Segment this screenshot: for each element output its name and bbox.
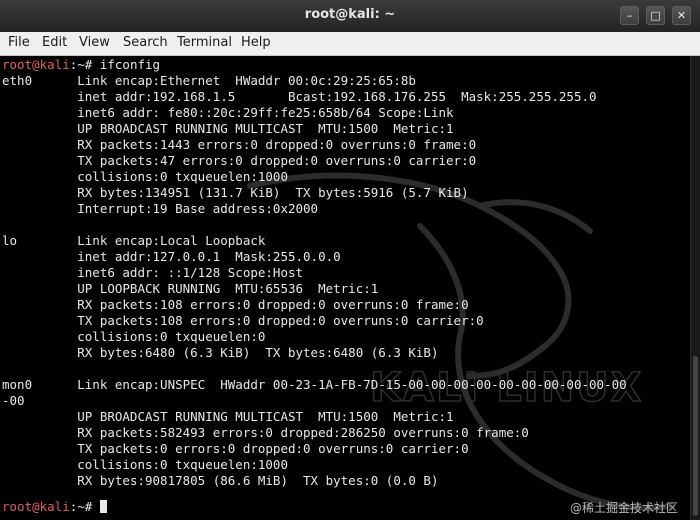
output-line: UP BROADCAST RUNNING MULTICAST MTU:1500 … (2, 409, 454, 424)
output-line: Interrupt:19 Base address:0x2000 (2, 201, 319, 216)
output-line: RX bytes:90817805 (86.6 MiB) TX bytes:0 … (2, 473, 439, 488)
output-line: RX bytes:6480 (6.3 KiB) TX bytes:6480 (6… (2, 345, 439, 360)
menu-search[interactable]: Search (123, 35, 168, 50)
output-line: mon0 Link encap:UNSPEC HWaddr 00-23-1A-F… (2, 377, 627, 392)
output-line: inet6 addr: ::1/128 Scope:Host (2, 265, 304, 280)
output-line: TX packets:108 errors:0 dropped:0 overru… (2, 313, 484, 328)
output-line: UP LOOPBACK RUNNING MTU:65536 Metric:1 (2, 281, 379, 296)
output-line: RX packets:1443 errors:0 dropped:0 overr… (2, 137, 477, 152)
output-line: eth0 Link encap:Ethernet HWaddr 00:0c:29… (2, 73, 416, 88)
output-line: TX packets:47 errors:0 dropped:0 overrun… (2, 153, 477, 168)
output-line: inet addr:192.168.1.5 Bcast:192.168.176.… (2, 89, 597, 104)
output-line: collisions:0 txqueuelen:0 (2, 329, 266, 344)
prompt-path: :~# (69, 499, 93, 514)
output-line: UP BROADCAST RUNNING MULTICAST MTU:1500 … (2, 121, 454, 136)
output-line: RX bytes:134951 (131.7 KiB) TX bytes:591… (2, 185, 469, 200)
output-line: lo Link encap:Local Loopback (2, 233, 266, 248)
prompt-host: root@kali (2, 499, 70, 514)
output-line: TX packets:0 errors:0 dropped:0 overruns… (2, 441, 469, 456)
command-text: ifconfig (92, 57, 161, 72)
maximize-button[interactable]: □ (646, 6, 665, 25)
output-line: -00 (2, 393, 25, 408)
prompt-line-1: root@kali:~# ifconfig (2, 57, 160, 73)
menu-file[interactable]: File (8, 35, 30, 50)
output-line: RX packets:582493 errors:0 dropped:28625… (2, 425, 529, 440)
window-title: root@kali: ~ (304, 7, 396, 22)
vertical-scrollbar[interactable] (690, 56, 700, 520)
prompt-line-2[interactable]: root@kali:~# (2, 499, 107, 515)
output-line: inet addr:127.0.0.1 Mask:255.0.0.0 (2, 249, 341, 264)
menu-edit[interactable]: Edit (42, 35, 67, 50)
menu-bar: File Edit View Search Terminal Help (0, 32, 700, 56)
terminal-output[interactable]: KALI LINUX root@kali:~# ifconfig eth0 Li… (0, 56, 690, 520)
prompt-path: :~# (69, 57, 93, 72)
prompt-host: root@kali (2, 57, 70, 72)
scrollbar-thumb[interactable] (693, 356, 698, 516)
menu-view[interactable]: View (79, 35, 110, 50)
output-line: RX packets:108 errors:0 dropped:0 overru… (2, 297, 469, 312)
minimize-button[interactable]: – (620, 6, 639, 25)
text-cursor (99, 500, 107, 513)
title-bar[interactable]: root@kali: ~ – □ ✕ (0, 0, 700, 33)
output-line: inet6 addr: fe80::20c:29ff:fe25:658b/64 … (2, 105, 454, 120)
watermark-text: @稀土掘金技术社区 (569, 501, 678, 515)
output-line: collisions:0 txqueuelen:1000 (2, 169, 288, 184)
menu-help[interactable]: Help (241, 35, 271, 50)
menu-terminal[interactable]: Terminal (177, 35, 232, 50)
terminal-window: root@kali: ~ – □ ✕ File Edit View Search… (0, 0, 700, 520)
output-line: collisions:0 txqueuelen:1000 (2, 457, 288, 472)
close-button[interactable]: ✕ (672, 6, 691, 25)
